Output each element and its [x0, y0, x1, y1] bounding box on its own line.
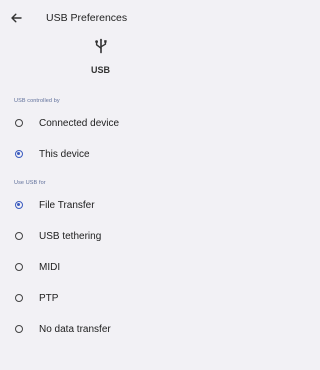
option-no-data-transfer[interactable]: No data transfer — [0, 315, 201, 343]
usb-label: USB — [90, 65, 110, 75]
option-label: File Transfer — [39, 199, 95, 211]
section-label-use-usb-for: Use USB for — [14, 180, 46, 186]
page-title: USB Preferences — [46, 12, 128, 24]
option-connected-device[interactable]: Connected device — [0, 109, 201, 137]
radio-button-selected[interactable] — [15, 150, 23, 158]
back-button[interactable] — [2, 0, 30, 36]
radio-button[interactable] — [15, 119, 23, 127]
radio-button-selected[interactable] — [15, 201, 23, 209]
arrow-left-icon — [11, 13, 22, 23]
section-label-usb-controlled-by: USB controlled by — [14, 98, 60, 104]
radio-button[interactable] — [15, 263, 23, 271]
option-usb-tethering[interactable]: USB tethering — [0, 222, 201, 250]
radio-button[interactable] — [15, 325, 23, 333]
option-file-transfer[interactable]: File Transfer — [0, 191, 201, 219]
radio-button[interactable] — [15, 232, 23, 240]
option-label: USB tethering — [39, 230, 102, 242]
option-midi[interactable]: MIDI — [0, 253, 201, 281]
option-label: This device — [39, 148, 90, 160]
option-this-device[interactable]: This device — [0, 140, 201, 168]
option-label: No data transfer — [39, 323, 111, 335]
radio-button[interactable] — [15, 294, 23, 302]
option-ptp[interactable]: PTP — [0, 284, 201, 312]
option-label: PTP — [39, 292, 59, 304]
option-label: Connected device — [39, 117, 120, 129]
top-app-bar: USB Preferences — [0, 0, 201, 36]
usb-header: USB — [0, 38, 201, 75]
option-label: MIDI — [39, 261, 61, 273]
usb-icon — [93, 38, 109, 54]
